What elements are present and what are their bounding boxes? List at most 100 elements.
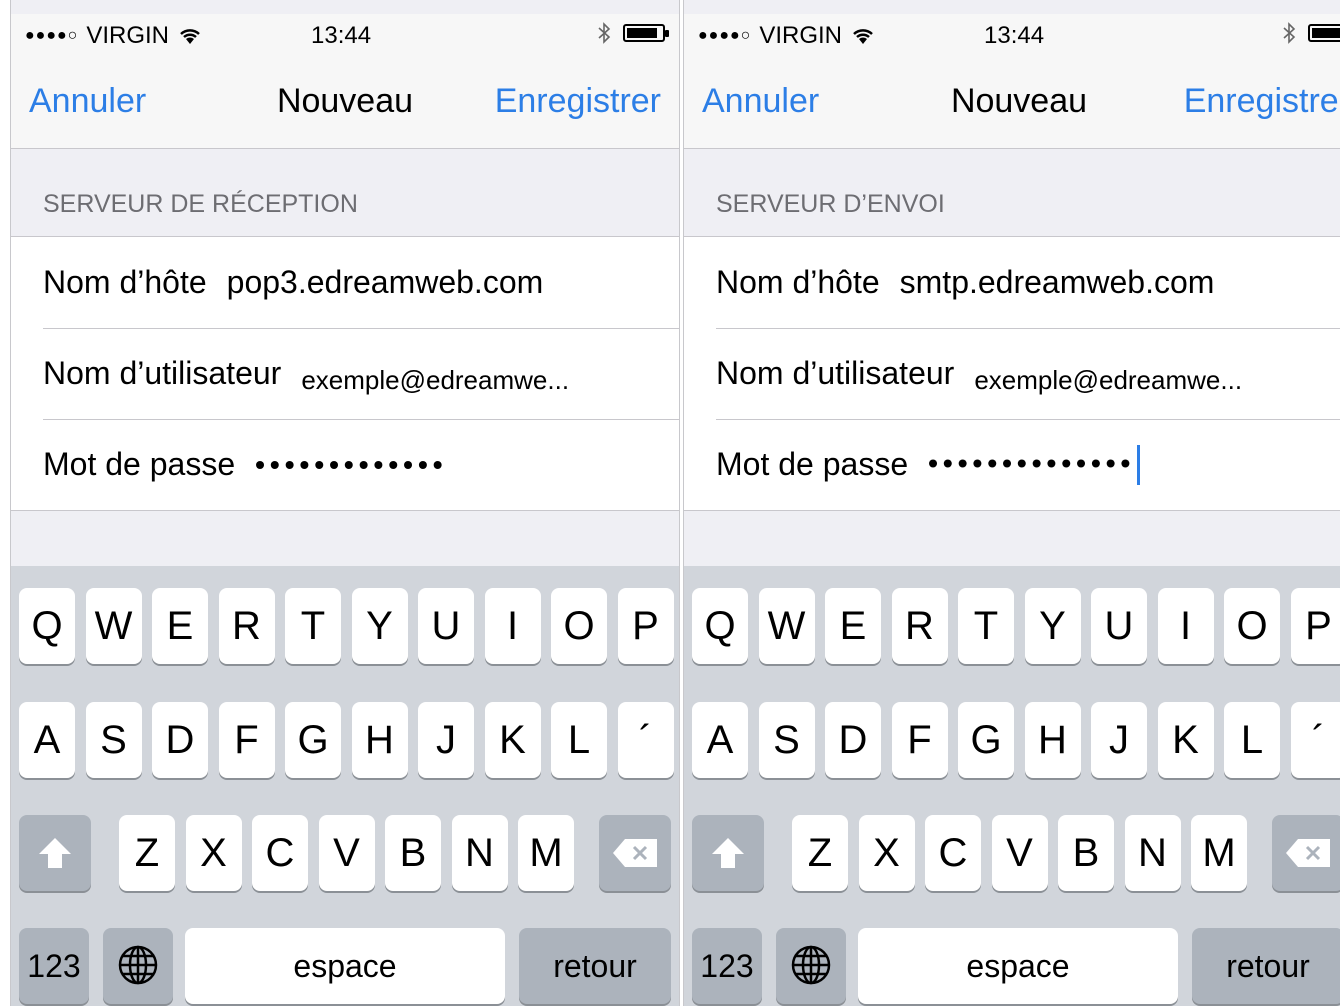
key-x[interactable]: X	[858, 815, 915, 891]
password-dots: ••••••••••••••	[928, 446, 1136, 478]
key-j[interactable]: J	[1091, 702, 1147, 778]
key-d[interactable]: D	[825, 702, 881, 778]
key-m[interactable]: M	[518, 815, 574, 891]
key-y[interactable]: Y	[1024, 588, 1081, 664]
keyboard: Q W E R T Y U I O P A S D F G H J K L ´ Z X C V B N M 123 espace reto…	[684, 566, 1340, 1006]
key-c[interactable]: C	[252, 815, 308, 891]
hostname-field[interactable]: smtp.edreamweb.com	[900, 264, 1215, 301]
key-c[interactable]: C	[925, 815, 981, 891]
key-m[interactable]: M	[1191, 815, 1247, 891]
key-u-label: U	[1104, 604, 1134, 648]
key-t[interactable]: T	[285, 588, 341, 664]
key-r[interactable]: R	[891, 588, 948, 664]
username-row[interactable]: Nom d’utilisateur exemple@edreamwe...	[684, 328, 1340, 419]
password-field[interactable]: ••••••••••••••	[928, 444, 1141, 485]
key-z[interactable]: Z	[792, 815, 848, 891]
key-u[interactable]: U	[1091, 588, 1147, 664]
key-i-label: I	[506, 604, 519, 648]
numbers-key-label: 123	[27, 948, 81, 984]
key-v[interactable]: V	[991, 815, 1048, 891]
key-acute[interactable]: ´	[1290, 702, 1340, 778]
password-field[interactable]: •••••••••••••	[255, 449, 447, 481]
key-a[interactable]: A	[692, 702, 748, 778]
key-p[interactable]: P	[617, 588, 674, 664]
key-s[interactable]: S	[758, 702, 815, 778]
key-j-label: J	[1109, 718, 1129, 762]
return-key[interactable]: retour	[519, 928, 671, 1004]
key-h[interactable]: H	[351, 702, 408, 778]
key-x[interactable]: X	[185, 815, 242, 891]
key-o[interactable]: O	[1224, 588, 1280, 664]
keyboard: Q W E R T Y U I O P A S D F G H J K L ´ Z X C V B N M 123 espace reto…	[11, 566, 679, 1006]
phone-outgoing-server: ●●●●○ VIRGIN 13:44 Annuler Nouveau Enreg…	[683, 0, 1340, 1006]
key-e[interactable]: E	[825, 588, 881, 664]
key-n-label: N	[465, 831, 494, 875]
key-t-label: T	[973, 604, 999, 648]
key-g[interactable]: G	[285, 702, 341, 778]
space-key[interactable]: espace	[185, 928, 505, 1004]
backspace-key[interactable]	[599, 815, 671, 891]
key-f[interactable]: F	[218, 702, 275, 778]
key-q[interactable]: Q	[19, 588, 75, 664]
key-j[interactable]: J	[418, 702, 474, 778]
key-i[interactable]: I	[484, 588, 541, 664]
status-right-icons	[1282, 22, 1340, 44]
key-u[interactable]: U	[418, 588, 474, 664]
key-d[interactable]: D	[152, 702, 208, 778]
key-y-label: Y	[1039, 604, 1066, 648]
key-n[interactable]: N	[1124, 815, 1181, 891]
hostname-row[interactable]: Nom d’hôte pop3.edreamweb.com	[11, 237, 679, 328]
shift-key[interactable]	[19, 815, 91, 891]
save-button[interactable]: Enregistrer	[495, 82, 661, 121]
username-field[interactable]: exemple@edreamwe...	[974, 365, 1242, 396]
key-p[interactable]: P	[1290, 588, 1340, 664]
key-b[interactable]: B	[385, 815, 441, 891]
status-time: 13:44	[984, 22, 1045, 49]
key-q[interactable]: Q	[692, 588, 748, 664]
key-i[interactable]: I	[1157, 588, 1214, 664]
key-z[interactable]: Z	[119, 815, 175, 891]
backspace-icon	[1286, 839, 1330, 867]
globe-key[interactable]	[103, 928, 173, 1004]
key-k[interactable]: K	[484, 702, 541, 778]
key-a-label: A	[706, 718, 734, 762]
key-s[interactable]: S	[85, 702, 142, 778]
shift-icon	[39, 838, 71, 868]
key-l[interactable]: L	[551, 702, 607, 778]
hostname-field[interactable]: pop3.edreamweb.com	[227, 264, 544, 301]
hostname-row[interactable]: Nom d’hôte smtp.edreamweb.com	[684, 237, 1340, 328]
password-row[interactable]: Mot de passe ••••••••••••••	[684, 419, 1340, 510]
key-w[interactable]: W	[758, 588, 815, 664]
numbers-key-label: 123	[700, 948, 754, 984]
key-e[interactable]: E	[152, 588, 208, 664]
key-f[interactable]: F	[891, 702, 948, 778]
key-g-label: G	[970, 718, 1002, 762]
key-v[interactable]: V	[318, 815, 375, 891]
backspace-key[interactable]	[1272, 815, 1340, 891]
shift-key[interactable]	[692, 815, 764, 891]
key-a[interactable]: A	[19, 702, 75, 778]
space-key[interactable]: espace	[858, 928, 1178, 1004]
username-row[interactable]: Nom d’utilisateur exemple@edreamwe...	[11, 328, 679, 419]
return-key[interactable]: retour	[1192, 928, 1340, 1004]
numbers-key[interactable]: 123	[692, 928, 762, 1004]
key-o[interactable]: O	[551, 588, 607, 664]
key-q-label: Q	[31, 604, 63, 648]
globe-key[interactable]	[776, 928, 846, 1004]
key-acute[interactable]: ´	[617, 702, 674, 778]
username-field[interactable]: exemple@edreamwe...	[301, 365, 569, 396]
key-l[interactable]: L	[1224, 702, 1280, 778]
key-b[interactable]: B	[1058, 815, 1114, 891]
key-h[interactable]: H	[1024, 702, 1081, 778]
key-w[interactable]: W	[85, 588, 142, 664]
password-row[interactable]: Mot de passe •••••••••••••	[11, 419, 679, 510]
key-g[interactable]: G	[958, 702, 1014, 778]
numbers-key[interactable]: 123	[19, 928, 89, 1004]
key-b-label: B	[1072, 831, 1100, 875]
key-r[interactable]: R	[218, 588, 275, 664]
key-t[interactable]: T	[958, 588, 1014, 664]
save-button[interactable]: Enregistrer	[1184, 82, 1340, 121]
key-k[interactable]: K	[1157, 702, 1214, 778]
key-n[interactable]: N	[451, 815, 508, 891]
key-y[interactable]: Y	[351, 588, 408, 664]
